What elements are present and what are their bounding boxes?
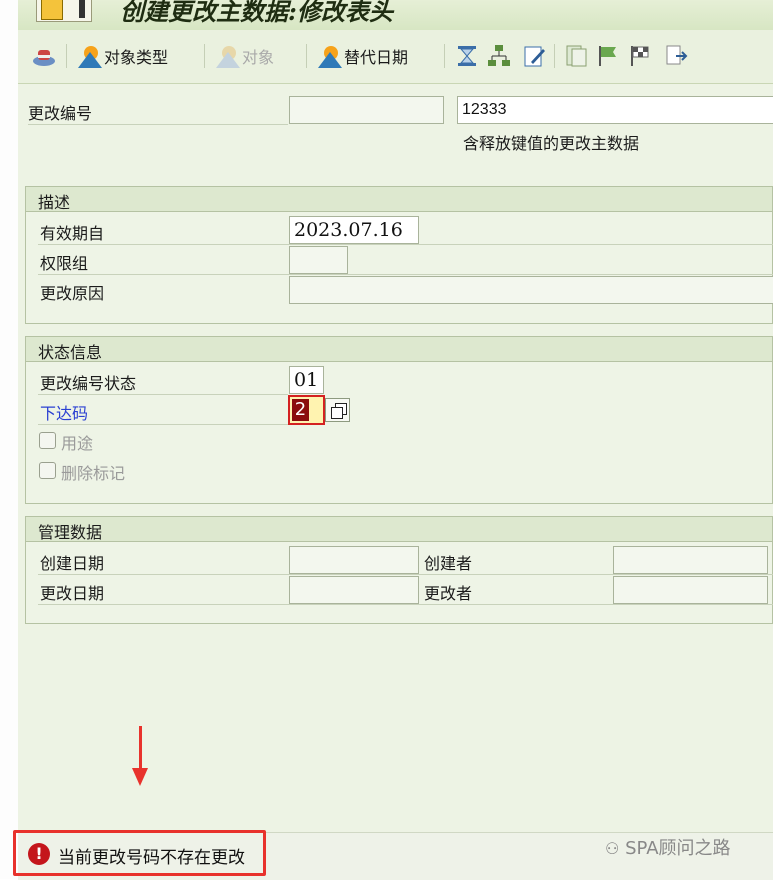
change-reason-label: 更改原因 <box>40 284 105 303</box>
mountain-icon <box>318 44 342 68</box>
wechat-icon: ⚇ <box>605 839 620 858</box>
description-group-title: 描述 <box>38 193 71 212</box>
watermark-text: SPA顾问之路 <box>625 838 731 859</box>
change-reason-input[interactable] <box>289 276 773 304</box>
left-border <box>0 0 19 879</box>
valid-from-label: 有效期自 <box>40 224 105 243</box>
changed-by-input <box>613 576 768 604</box>
annotation-arrow-icon <box>132 768 148 786</box>
alternative-date-button[interactable]: 替代日期 <box>318 42 408 70</box>
edit-icon[interactable] <box>523 44 547 68</box>
change-number-value: 12333 <box>457 96 773 124</box>
changed-by-label: 更改者 <box>424 584 473 603</box>
application-toolbar: 对象类型 对象 替代日期 <box>18 30 773 84</box>
release-key-label[interactable]: 下达码 <box>40 400 88 424</box>
authorization-group-label: 权限组 <box>40 254 89 273</box>
change-number-label: 更改编号 <box>28 104 93 123</box>
object-type-label: 对象类型 <box>104 48 169 67</box>
change-number-input[interactable] <box>289 96 444 124</box>
mountain-icon <box>216 44 240 68</box>
hat-icon[interactable] <box>32 44 56 68</box>
usage-checkbox[interactable] <box>39 432 56 449</box>
checkered-flag-icon[interactable] <box>628 44 652 68</box>
annotation-arrow-shaft <box>139 726 142 774</box>
transfer-icon[interactable] <box>664 44 688 68</box>
authorization-group-input[interactable] <box>289 246 348 274</box>
change-status-label: 更改编号状态 <box>40 374 137 393</box>
error-icon: ! <box>28 843 50 865</box>
watermark: ⚇ SPA顾问之路 <box>605 834 731 860</box>
admin-data-group-title: 管理数据 <box>38 523 103 542</box>
deletion-flag-checkbox[interactable] <box>39 462 56 479</box>
release-key-input[interactable]: 2 <box>288 395 325 425</box>
status-group: 状态信息 <box>25 336 773 504</box>
hierarchy-icon[interactable] <box>487 44 511 68</box>
created-on-label: 创建日期 <box>40 554 105 573</box>
changed-on-label: 更改日期 <box>40 584 105 603</box>
flag-icon[interactable] <box>596 44 620 68</box>
object-label: 对象 <box>242 48 275 67</box>
sap-window: 创建更改主数据:修改表头 对象类型 对象 替代日期 更改编号 12333 含释放… <box>0 0 773 880</box>
change-number-description: 含释放键值的更改主数据 <box>463 134 640 153</box>
hourglass-icon[interactable] <box>455 44 479 68</box>
mountain-icon <box>78 44 102 68</box>
document-icon[interactable] <box>564 44 588 68</box>
created-on-input <box>289 546 419 574</box>
usage-label: 用途 <box>61 434 94 453</box>
status-group-title: 状态信息 <box>38 343 103 362</box>
alternative-date-label: 替代日期 <box>344 48 409 67</box>
deletion-flag-label: 删除标记 <box>61 464 126 483</box>
change-status-input[interactable]: 01 <box>289 366 324 394</box>
app-icon[interactable] <box>36 0 92 22</box>
status-message[interactable]: 当前更改号码不存在更改 <box>58 843 245 868</box>
changed-on-input <box>289 576 419 604</box>
value-help-icon[interactable] <box>325 398 350 422</box>
window-title: 创建更改主数据:修改表头 <box>120 0 393 26</box>
object-type-button[interactable]: 对象类型 <box>78 42 168 70</box>
created-by-input <box>613 546 768 574</box>
release-key-value: 2 <box>292 399 309 421</box>
created-by-label: 创建者 <box>424 554 473 573</box>
object-button[interactable]: 对象 <box>216 42 274 70</box>
valid-from-input[interactable]: 2023.07.16 <box>289 216 419 244</box>
